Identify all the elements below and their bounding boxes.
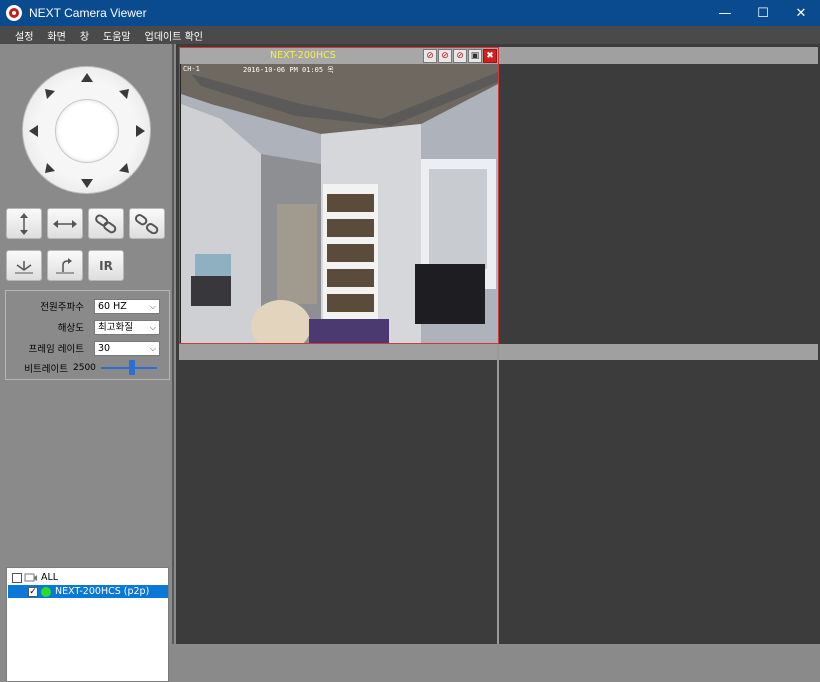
- camera-title-bar: NEXT-200HCS ⊘ ⊘ ⊘ ▣ ✖: [180, 48, 498, 64]
- snapshot-icon[interactable]: ▣: [468, 49, 482, 63]
- minimize-button[interactable]: —: [706, 0, 744, 26]
- record-off-icon[interactable]: ⊘: [453, 49, 467, 63]
- menu-view[interactable]: 화면: [47, 28, 65, 43]
- camera-video-feed: CH-1 2016-10-06 PM 01:05 목: [181, 64, 498, 343]
- chevron-down-icon: ⌵: [149, 322, 156, 332]
- ptz-down-left-icon[interactable]: [45, 163, 55, 173]
- frame-rate-select[interactable]: 30 ⌵: [94, 340, 160, 356]
- rotate-icon: [56, 257, 74, 273]
- power-frequency-select[interactable]: 60 HZ ⌵: [94, 298, 160, 314]
- camera-view-cell[interactable]: NEXT-200HCS ⊘ ⊘ ⊘ ▣ ✖ CH-1 2016-10-06 PM…: [179, 47, 499, 344]
- ir-button[interactable]: IR: [88, 250, 124, 281]
- all-label: ALL: [41, 572, 59, 583]
- cell-header-4: [499, 344, 818, 360]
- flip-vertical-button[interactable]: [6, 208, 42, 239]
- flip-horizontal-button[interactable]: [47, 208, 83, 239]
- bitrate-label: 비트레이트: [24, 364, 68, 375]
- ptz-up-right-icon[interactable]: [119, 89, 129, 99]
- bitrate-value: 2500: [73, 363, 96, 373]
- ptz-down-icon[interactable]: [81, 179, 93, 188]
- camera-tree: ALL ✓ NEXT-200HCS (p2p): [6, 567, 169, 682]
- all-checkbox[interactable]: [12, 572, 22, 583]
- close-view-icon[interactable]: ✖: [483, 49, 497, 63]
- ptz-left-icon[interactable]: [29, 125, 38, 137]
- menu-help[interactable]: 도움말: [103, 28, 131, 43]
- ptz-arrows: [29, 73, 145, 188]
- tree-row-camera[interactable]: ✓ NEXT-200HCS (p2p): [8, 585, 168, 598]
- online-status-icon: [41, 586, 51, 597]
- power-frequency-label: 전원주파수: [40, 302, 84, 313]
- bitrate-slider-thumb[interactable]: [129, 360, 135, 375]
- window-controls: — ☐ ✕: [706, 0, 820, 26]
- ptz-right-icon[interactable]: [136, 125, 145, 137]
- ptz-up-left-icon[interactable]: [45, 89, 55, 99]
- tree-row-all[interactable]: ALL: [8, 571, 168, 584]
- camera-image: [181, 64, 498, 343]
- menu-window[interactable]: 창: [80, 28, 89, 43]
- app-logo-icon: [6, 5, 22, 21]
- cell-header-2: [499, 47, 818, 64]
- tilt-down-icon: [15, 260, 33, 273]
- camera-view-name: NEXT-200HCS: [270, 50, 336, 61]
- control-sidebar: IR 전원주파수 60 HZ ⌵ 해상도 최고화질 ⌵ 프레임 레이트 30 ⌵ 비트…: [0, 44, 174, 682]
- resolution-select[interactable]: 최고화질 ⌵: [94, 319, 160, 335]
- window-title: NEXT Camera Viewer: [29, 6, 147, 20]
- resolution-label: 해상도: [57, 323, 84, 334]
- mute-icon[interactable]: ⊘: [423, 49, 437, 63]
- frame-rate-row: 프레임 레이트 30 ⌵: [6, 339, 171, 357]
- ptz-joystick: [22, 66, 151, 194]
- chevron-down-icon: ⌵: [149, 343, 156, 353]
- close-button[interactable]: ✕: [782, 0, 820, 26]
- menu-update-check[interactable]: 업데이트 확인: [145, 28, 203, 43]
- ptz-down-right-icon[interactable]: [119, 163, 129, 173]
- resolution-row: 해상도 최고화질 ⌵: [6, 318, 171, 336]
- mic-off-icon[interactable]: ⊘: [438, 49, 452, 63]
- camera-channel-label: CH-1: [183, 65, 200, 73]
- unlink-icon: [135, 213, 159, 234]
- title-bar: NEXT Camera Viewer — ☐ ✕: [0, 0, 820, 26]
- menu-settings[interactable]: 설정: [15, 28, 33, 43]
- menu-bar: 설정 화면 창 도움말 업데이트 확인: [0, 26, 820, 44]
- camera-checkbox[interactable]: ✓: [28, 586, 38, 597]
- camera-settings-panel: 전원주파수 60 HZ ⌵ 해상도 최고화질 ⌵ 프레임 레이트 30 ⌵ 비트레이트…: [5, 290, 170, 380]
- tilt-down-button[interactable]: [6, 250, 42, 281]
- cell-header-3: [179, 344, 497, 360]
- unlink-button[interactable]: [129, 208, 165, 239]
- frame-rate-label: 프레임 레이트: [28, 344, 84, 355]
- chevron-down-icon: ⌵: [149, 301, 156, 311]
- camera-timestamp: 2016-10-06 PM 01:05 목: [243, 66, 334, 74]
- camera-list-name: NEXT-200HCS (p2p): [55, 586, 150, 597]
- link-icon: [95, 213, 117, 233]
- ptz-up-icon[interactable]: [81, 73, 93, 82]
- camera-toolbar: ⊘ ⊘ ⊘ ▣ ✖: [422, 49, 497, 63]
- power-frequency-row: 전원주파수 60 HZ ⌵: [6, 297, 171, 315]
- link-button[interactable]: [88, 208, 124, 239]
- maximize-button[interactable]: ☐: [744, 0, 782, 26]
- horizontal-arrows-icon: [53, 219, 77, 228]
- rotate-button[interactable]: [47, 250, 83, 281]
- vertical-arrows-icon: [20, 212, 28, 235]
- camera-group-icon: [24, 573, 37, 582]
